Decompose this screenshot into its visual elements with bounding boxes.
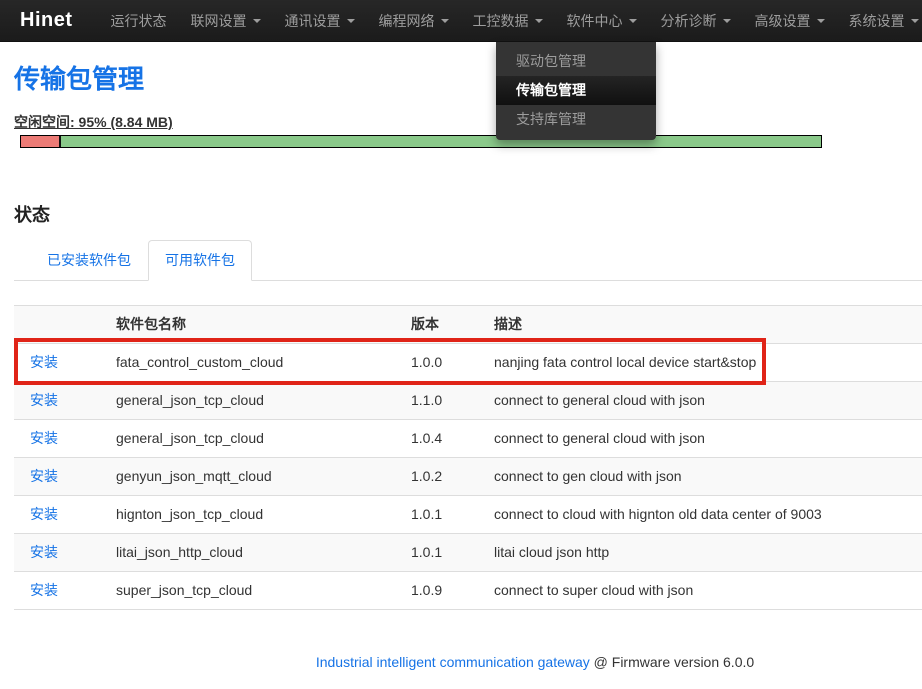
package-name: hignton_json_tcp_cloud — [116, 496, 411, 534]
software-center-dropdown: 驱动包管理 传输包管理 支持库管理 — [496, 42, 656, 140]
package-table: 软件包名称 版本 描述 安装 fata_control_custom_cloud… — [14, 305, 922, 610]
nav-item-software-center[interactable]: 软件中心 — [555, 0, 649, 42]
nav-item-communication-settings[interactable]: 通讯设置 — [273, 0, 367, 42]
nav-item-label: 软件中心 — [567, 11, 623, 31]
table-row: 安装 hignton_json_tcp_cloud 1.0.1 connect … — [14, 496, 922, 534]
chevron-down-icon — [911, 19, 919, 23]
status-heading: 状态 — [14, 204, 922, 226]
table-row: 安装 general_json_tcp_cloud 1.0.4 connect … — [14, 420, 922, 458]
footer: Industrial intelligent communication gat… — [14, 654, 922, 670]
package-name: general_json_tcp_cloud — [116, 382, 411, 420]
nav-item-label: 通讯设置 — [285, 11, 341, 31]
top-navbar: Hinet 运行状态 联网设置 通讯设置 编程网络 工控数据 软件中心 分析诊断… — [0, 0, 922, 42]
nav-item-label: 高级设置 — [755, 11, 811, 31]
install-button[interactable]: 安装 — [30, 544, 58, 560]
chevron-down-icon — [723, 19, 731, 23]
package-description: connect to cloud with hignton old data c… — [494, 496, 922, 534]
footer-firmware-text: @ Firmware version 6.0.0 — [590, 654, 754, 670]
free-space-bar — [20, 135, 822, 148]
chevron-down-icon — [347, 19, 355, 23]
package-description: connect to general cloud with json — [494, 420, 922, 458]
package-version: 1.0.9 — [411, 572, 494, 610]
table-row: 安装 genyun_json_mqtt_cloud 1.0.2 connect … — [14, 458, 922, 496]
package-name: super_json_tcp_cloud — [116, 572, 411, 610]
chevron-down-icon — [441, 19, 449, 23]
install-button[interactable]: 安装 — [30, 354, 58, 370]
header-description: 描述 — [494, 306, 922, 344]
package-description: litai cloud json http — [494, 534, 922, 572]
nav-item-label: 编程网络 — [379, 11, 435, 31]
nav-item-advanced-settings[interactable]: 高级设置 — [743, 0, 837, 42]
chevron-down-icon — [629, 19, 637, 23]
chevron-down-icon — [817, 19, 825, 23]
dropdown-item-support-library[interactable]: 支持库管理 — [496, 105, 656, 134]
install-button[interactable]: 安装 — [30, 506, 58, 522]
install-button[interactable]: 安装 — [30, 582, 58, 598]
table-row: 安装 fata_control_custom_cloud 1.0.0 nanji… — [14, 344, 922, 382]
dropdown-item-transfer-package[interactable]: 传输包管理 — [496, 76, 656, 105]
nav-item-label: 联网设置 — [191, 11, 247, 31]
page-content: 传输包管理 空闲空间: 95% (8.84 MB) 状态 已安装软件包 可用软件… — [0, 64, 922, 670]
nav-item-label: 运行状态 — [111, 11, 167, 31]
package-version: 1.0.0 — [411, 344, 494, 382]
brand-logo[interactable]: Hinet — [20, 9, 73, 32]
package-name: genyun_json_mqtt_cloud — [116, 458, 411, 496]
space-bar-used-segment — [21, 136, 61, 147]
table-header-row: 软件包名称 版本 描述 — [14, 306, 922, 344]
page-title: 传输包管理 — [14, 64, 922, 94]
nav-item-running-status[interactable]: 运行状态 — [99, 0, 179, 42]
table-row: 安装 general_json_tcp_cloud 1.1.0 connect … — [14, 382, 922, 420]
package-description: connect to general cloud with json — [494, 382, 922, 420]
nav-item-label: 系统设置 — [849, 11, 905, 31]
package-version: 1.0.2 — [411, 458, 494, 496]
chevron-down-icon — [253, 19, 261, 23]
nav-item-programming-network[interactable]: 编程网络 — [367, 0, 461, 42]
space-bar-free-segment — [61, 136, 821, 147]
package-name: litai_json_http_cloud — [116, 534, 411, 572]
package-name: general_json_tcp_cloud — [116, 420, 411, 458]
table-row: 安装 litai_json_http_cloud 1.0.1 litai clo… — [14, 534, 922, 572]
nav-item-system-settings[interactable]: 系统设置 — [837, 0, 922, 42]
package-tabs: 已安装软件包 可用软件包 — [14, 240, 922, 281]
install-button[interactable]: 安装 — [30, 392, 58, 408]
package-version: 1.0.1 — [411, 496, 494, 534]
free-space-label: 空闲空间: 95% (8.84 MB) — [14, 112, 173, 132]
chevron-down-icon — [535, 19, 543, 23]
footer-gateway-link[interactable]: Industrial intelligent communication gat… — [316, 654, 590, 670]
package-version: 1.1.0 — [411, 382, 494, 420]
header-version: 版本 — [411, 306, 494, 344]
header-install — [14, 306, 116, 344]
nav-item-industrial-data[interactable]: 工控数据 — [461, 0, 555, 42]
package-version: 1.0.1 — [411, 534, 494, 572]
package-name: fata_control_custom_cloud — [116, 344, 411, 382]
tab-available-packages[interactable]: 可用软件包 — [148, 240, 252, 281]
tab-installed-packages[interactable]: 已安装软件包 — [30, 240, 148, 281]
nav-item-analysis-diagnosis[interactable]: 分析诊断 — [649, 0, 743, 42]
package-description: nanjing fata control local device start&… — [494, 344, 922, 382]
table-row: 安装 super_json_tcp_cloud 1.0.9 connect to… — [14, 572, 922, 610]
install-button[interactable]: 安装 — [30, 430, 58, 446]
package-version: 1.0.4 — [411, 420, 494, 458]
package-description: connect to gen cloud with json — [494, 458, 922, 496]
dropdown-item-driver-package[interactable]: 驱动包管理 — [496, 47, 656, 76]
nav-item-network-settings[interactable]: 联网设置 — [179, 0, 273, 42]
package-description: connect to super cloud with json — [494, 572, 922, 610]
nav-item-label: 工控数据 — [473, 11, 529, 31]
install-button[interactable]: 安装 — [30, 468, 58, 484]
nav-item-label: 分析诊断 — [661, 11, 717, 31]
header-package-name: 软件包名称 — [116, 306, 411, 344]
